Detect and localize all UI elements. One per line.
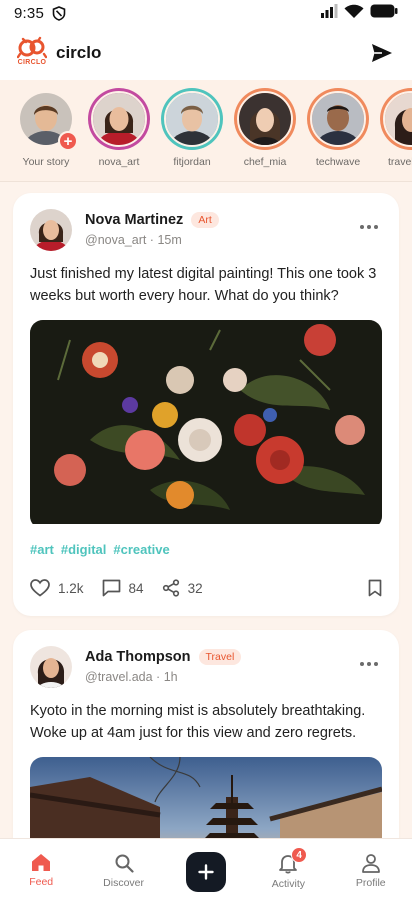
avatar bbox=[239, 93, 291, 145]
comment-count: 84 bbox=[128, 580, 144, 596]
hashtag-list: #art #digital #creative bbox=[13, 529, 399, 557]
post-handle-time: @travel.ada · 1h bbox=[85, 670, 178, 684]
flower-painting-image bbox=[30, 320, 382, 524]
post-author-avatar[interactable] bbox=[30, 209, 72, 251]
like-button[interactable]: 1.2k bbox=[30, 579, 84, 597]
feed[interactable]: Nova Martinez Art @nova_art · 15m Just f… bbox=[0, 183, 412, 838]
add-story-button[interactable]: + bbox=[58, 131, 78, 151]
logo-text: CIRCLO bbox=[17, 59, 47, 66]
story-avatar-ring bbox=[307, 88, 369, 150]
paper-plane-icon bbox=[372, 44, 392, 62]
avatar bbox=[385, 93, 412, 145]
hashtag-link[interactable]: #creative bbox=[113, 542, 169, 557]
post-actions: 1.2k 84 32 bbox=[13, 557, 399, 597]
story-avatar-ring bbox=[88, 88, 150, 150]
post-text: Just finished my latest digital painting… bbox=[30, 266, 377, 304]
notification-badge: 4 bbox=[291, 847, 308, 863]
nav-feed[interactable]: Feed bbox=[0, 839, 82, 888]
nav-create[interactable] bbox=[165, 839, 247, 892]
app-title: circlo bbox=[56, 43, 102, 62]
bottom-navigation: Feed Discover 4 Activity Profile bbox=[0, 838, 412, 902]
heart-icon bbox=[30, 579, 50, 597]
comment-icon bbox=[102, 579, 120, 597]
like-count: 1.2k bbox=[58, 580, 84, 596]
post-image[interactable] bbox=[30, 320, 382, 529]
hashtag-link[interactable]: #digital bbox=[61, 542, 107, 557]
avatar bbox=[93, 93, 145, 145]
nav-discover[interactable]: Discover bbox=[82, 839, 164, 889]
avatar bbox=[166, 93, 218, 145]
nav-label: Activity bbox=[271, 878, 305, 890]
share-icon bbox=[162, 579, 179, 597]
nav-activity[interactable]: 4 Activity bbox=[247, 839, 329, 890]
status-bar: 9:35 bbox=[0, 0, 412, 26]
post-image[interactable] bbox=[30, 757, 382, 838]
search-icon bbox=[115, 854, 134, 873]
post-handle-time: @nova_art · 15m bbox=[85, 233, 182, 247]
post-text: Kyoto in the morning mist is absolutely … bbox=[30, 703, 366, 741]
story-chef-mia[interactable]: chef_mia bbox=[233, 88, 297, 168]
nav-label: Profile bbox=[355, 877, 386, 889]
wifi-icon bbox=[344, 4, 364, 23]
status-time: 9:35 bbox=[14, 4, 44, 22]
app-logo: CIRCLO bbox=[16, 36, 48, 70]
person-icon bbox=[361, 854, 380, 873]
share-count: 32 bbox=[187, 580, 203, 596]
comment-button[interactable]: 84 bbox=[102, 579, 144, 597]
story-avatar-ring bbox=[161, 88, 223, 150]
hashtag-link[interactable]: #art bbox=[30, 542, 54, 557]
category-badge: Travel bbox=[198, 649, 242, 665]
more-options-button[interactable] bbox=[356, 658, 382, 670]
bookmark-button[interactable] bbox=[368, 579, 382, 597]
story-label: fitjordan bbox=[173, 156, 211, 168]
category-badge: Art bbox=[191, 212, 219, 228]
bookmark-icon bbox=[368, 579, 382, 597]
more-options-button[interactable] bbox=[356, 221, 382, 233]
story-travel-ada[interactable]: travel.ada bbox=[379, 88, 412, 168]
share-button[interactable]: 32 bbox=[162, 579, 203, 597]
kyoto-pagoda-image bbox=[30, 757, 382, 838]
story-avatar-ring bbox=[380, 88, 412, 150]
logo-mark-icon bbox=[17, 36, 47, 59]
story-label: travel.ada bbox=[387, 156, 412, 168]
battery-icon bbox=[370, 4, 398, 22]
create-post-button[interactable] bbox=[185, 852, 226, 892]
plus-icon bbox=[198, 864, 214, 880]
nav-label: Discover bbox=[103, 877, 144, 889]
nav-profile[interactable]: Profile bbox=[330, 839, 412, 889]
story-avatar-ring bbox=[234, 88, 296, 150]
nav-label: Feed bbox=[29, 876, 54, 888]
post-card: Ada Thompson Travel @travel.ada · 1h Kyo… bbox=[13, 630, 399, 838]
story-nova-art[interactable]: nova_art bbox=[87, 88, 151, 168]
story-avatar-ring: + bbox=[15, 88, 78, 151]
post-author-avatar[interactable] bbox=[30, 646, 72, 688]
cellular-signal-icon bbox=[320, 4, 338, 22]
story-techwave[interactable]: techwave bbox=[306, 88, 370, 168]
send-button[interactable] bbox=[368, 39, 396, 67]
avatar bbox=[312, 93, 364, 145]
home-icon bbox=[32, 854, 51, 871]
story-label: Your story bbox=[22, 156, 70, 168]
more-dots-icon bbox=[360, 225, 364, 229]
app-header: CIRCLO circlo bbox=[0, 26, 412, 80]
post-author-name[interactable]: Nova Martinez bbox=[85, 212, 183, 228]
more-dots-icon bbox=[360, 662, 364, 666]
dnd-icon bbox=[52, 5, 66, 21]
post-card: Nova Martinez Art @nova_art · 15m Just f… bbox=[13, 193, 399, 616]
story-your-story[interactable]: + Your story bbox=[14, 88, 78, 168]
stories-row: + Your story nova_art fitjordan chef_mia… bbox=[0, 80, 412, 182]
story-label: techwave bbox=[315, 156, 361, 168]
post-author-name[interactable]: Ada Thompson bbox=[85, 649, 191, 665]
story-label: nova_art bbox=[98, 156, 140, 168]
story-fitjordan[interactable]: fitjordan bbox=[160, 88, 224, 168]
story-label: chef_mia bbox=[243, 156, 287, 168]
